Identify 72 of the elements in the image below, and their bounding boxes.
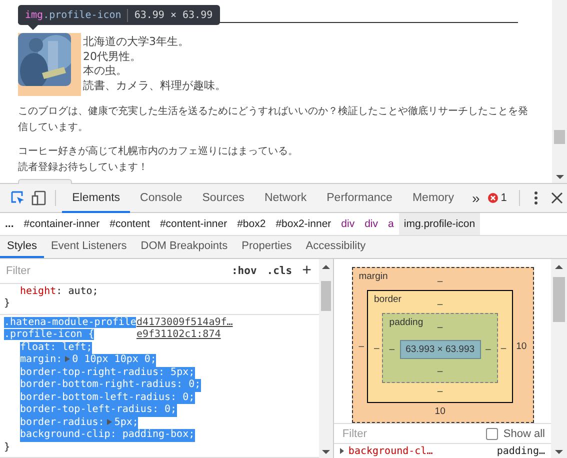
css-declaration: margin: 0 10px 10px 0; <box>20 354 156 366</box>
css-declaration: height: auto; <box>20 286 98 298</box>
panel-tab[interactable]: DOM Breakpoints <box>134 236 235 258</box>
box-value: – <box>436 321 444 335</box>
box-value: – <box>436 385 444 399</box>
show-all-label: Show all <box>503 428 545 440</box>
closing-brace: } <box>4 298 10 309</box>
error-count[interactable]: 1 <box>488 192 513 204</box>
tooltip-selector: img.profile-icon <box>25 10 122 20</box>
devtools-tab[interactable]: Sources <box>192 185 254 213</box>
box-label: border <box>374 294 402 305</box>
panel-tab[interactable]: Event Listeners <box>44 236 134 258</box>
profile-text: 読書、カメラ、料理が趣味。 <box>83 78 226 93</box>
cls-button[interactable]: .cls <box>266 264 292 277</box>
profile-text: 20代男性。 <box>83 50 142 64</box>
breadcrumb[interactable]: div <box>360 213 384 235</box>
devtools-tab[interactable]: Network <box>254 185 317 213</box>
box-value: – <box>388 343 396 357</box>
box-value: – <box>484 343 492 357</box>
box-value: – <box>373 342 380 356</box>
css-declaration: border-bottom-left-radius: 0; <box>20 392 195 404</box>
profile-paragraph: 読者登録お待ちしています！ <box>18 160 149 175</box>
breadcrumb[interactable]: #content-inner <box>154 213 232 235</box>
breadcrumb[interactable]: #box2-inner <box>270 213 336 235</box>
css-declaration: border-top-left-radius: 0; <box>20 404 177 416</box>
closing-brace: } <box>4 442 10 452</box>
box-value: – <box>436 275 444 289</box>
breadcrumb[interactable]: #content <box>104 213 155 235</box>
box-value: – <box>436 298 444 312</box>
hov-button[interactable]: :hov <box>231 264 257 277</box>
profile-paragraph: このブログは、健康で充実した生活を送るためにどうすればいいのか？検証したことや徹底リサーチしたことを発信しています。 <box>18 104 528 135</box>
profile-text: 本の虫。 <box>83 64 128 78</box>
box-value: 10 <box>434 405 446 419</box>
breadcrumb[interactable]: div <box>336 213 360 235</box>
devtools-tab[interactable]: Memory <box>402 185 464 213</box>
show-all-checkbox[interactable] <box>486 428 498 440</box>
page-scrollbar[interactable] <box>552 0 567 183</box>
box-value: – <box>358 340 365 354</box>
box-label: margin <box>358 271 388 282</box>
panel-tab[interactable]: Properties <box>234 236 299 258</box>
computed-property[interactable]: background-cl… <box>348 446 497 457</box>
tooltip-size: 63.99 × 63.99 <box>134 10 213 20</box>
css-declaration: border-radius: 5px; <box>20 416 138 429</box>
breadcrumb[interactable]: #container-inner <box>18 213 105 235</box>
breadcrumb[interactable]: img.profile-icon <box>398 213 480 235</box>
css-selector: .profile-icon { <box>4 329 94 340</box>
css-declaration: background-clip: padding-box; <box>20 429 195 442</box>
add-rule-button[interactable]: + <box>302 262 316 280</box>
box-value: 10 <box>515 340 528 354</box>
computed-value: padding… <box>496 446 545 457</box>
devtools-tab[interactable]: Performance <box>316 185 402 213</box>
styles-scrollbar[interactable] <box>319 259 334 458</box>
css-declaration: float: left; <box>20 342 92 354</box>
breadcrumb[interactable]: #box2 <box>232 213 271 235</box>
source-link[interactable]: d4173009f514a9f…e9f31102c1:874 <box>136 316 316 342</box>
breadcrumb[interactable]: a <box>383 213 399 235</box>
devtools-tab[interactable]: Console <box>130 185 192 213</box>
panel-tab[interactable]: Accessibility <box>298 236 373 258</box>
css-declaration: border-bottom-right-radius: 0; <box>20 379 201 392</box>
computed-scrollbar[interactable] <box>551 259 567 458</box>
profile-text: 北海道の大学3年生。 <box>83 35 190 50</box>
box-value: – <box>436 365 444 379</box>
css-declaration: border-top-right-radius: 5px; <box>20 366 195 379</box>
breadcrumb[interactable]: ... <box>0 213 19 235</box>
css-selector: .hatena-module-profile <box>4 316 136 328</box>
profile-paragraph: コーヒー好きが高じて札幌市内のカフェ巡りにはまっている。 <box>18 144 299 159</box>
content-box: 63.993 × 63.993 <box>400 340 481 359</box>
box-value: – <box>500 342 508 356</box>
more-tabs-button[interactable]: » <box>464 190 488 206</box>
panel-tab[interactable]: Styles <box>0 236 44 258</box>
error-icon <box>488 193 498 203</box>
box-label: padding <box>389 317 424 328</box>
